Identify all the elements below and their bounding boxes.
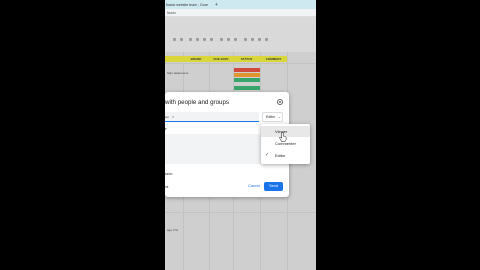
grid-line	[165, 212, 316, 213]
fill-color-icon[interactable]	[220, 38, 223, 41]
hand-cursor-icon	[279, 132, 287, 142]
role-menu: Viewer Commenter ✓ Editor	[261, 124, 310, 164]
header-brand[interactable]: BRAND	[183, 56, 209, 62]
borders-icon[interactable]	[227, 38, 230, 41]
status-chip-red[interactable]	[234, 68, 260, 72]
address-bar[interactable]: ficado	[165, 9, 316, 17]
copy-link[interactable]: nk	[165, 185, 168, 189]
notify-label[interactable]: e	[165, 127, 167, 131]
check-icon: ✓	[265, 152, 270, 158]
align-icon[interactable]	[244, 38, 247, 41]
header-status[interactable]: STATUS	[233, 56, 260, 62]
strikethrough-icon[interactable]	[203, 38, 206, 41]
cancel-button[interactable]: Cancel	[245, 182, 263, 191]
status-chip-orange[interactable]	[234, 73, 260, 77]
cell-text[interactable]: age 2 lin	[167, 228, 178, 232]
undo-icon[interactable]	[173, 38, 176, 41]
settings-gear-icon[interactable]	[277, 99, 283, 105]
person-chip[interactable]: am	[165, 114, 171, 120]
browser-tab[interactable]: ficado website team - Goo	[165, 1, 211, 9]
role-dropdown[interactable]: Editor ⌄	[262, 112, 283, 122]
wrap-icon[interactable]	[251, 38, 254, 41]
send-button[interactable]: Send	[264, 182, 283, 191]
sheets-toolbar	[165, 36, 316, 44]
people-input[interactable]: am ×	[165, 112, 259, 122]
redo-icon[interactable]	[180, 38, 183, 41]
chip-remove-icon[interactable]: ×	[172, 114, 174, 120]
dialog-title: with people and groups	[165, 99, 229, 106]
grid-line	[165, 63, 316, 64]
role-dropdown-label: Editor	[266, 115, 276, 119]
video-frame: ficado website team - Goo × + ficado BRA…	[0, 0, 480, 270]
bold-icon[interactable]	[189, 38, 192, 41]
cell-text[interactable]: Sign awareness	[167, 71, 188, 75]
menu-item-label: Editor	[275, 153, 286, 158]
text-color-icon[interactable]	[210, 38, 213, 41]
tab-close-icon[interactable]: ×	[206, 1, 208, 9]
rotate-icon[interactable]	[258, 38, 261, 41]
tab-strip: ficado website team - Goo × +	[165, 0, 316, 9]
permission-hint: ssion	[165, 172, 173, 176]
menu-item-editor[interactable]: ✓ Editor	[261, 150, 310, 161]
status-chip-green[interactable]	[234, 86, 260, 90]
link-icon[interactable]	[265, 38, 268, 41]
status-chip-green[interactable]	[234, 78, 260, 82]
chevron-down-icon: ⌄	[278, 115, 281, 119]
merge-icon[interactable]	[234, 38, 237, 41]
italic-icon[interactable]	[196, 38, 199, 41]
header-comment[interactable]: COMMENT	[260, 56, 287, 62]
new-tab-icon[interactable]: +	[215, 1, 218, 9]
header-row: BRAND DUE DATE STATUS COMMENT	[165, 56, 287, 62]
header-due-date[interactable]: DUE DATE	[209, 56, 233, 62]
